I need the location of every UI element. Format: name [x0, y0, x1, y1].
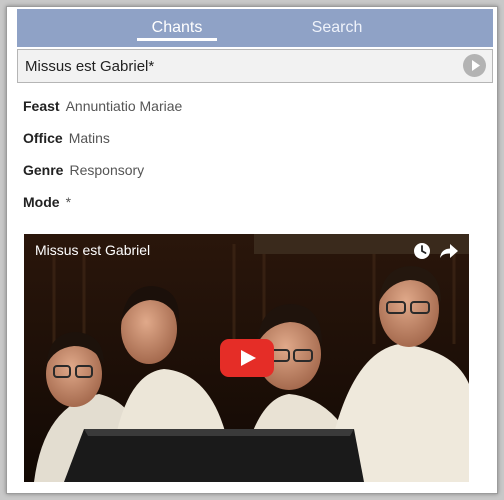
office-row: Office Matins: [23, 130, 110, 146]
mode-row: Mode *: [23, 194, 71, 210]
active-tab-indicator: [137, 38, 217, 41]
play-button[interactable]: [463, 54, 486, 77]
mode-label: Mode: [23, 194, 60, 210]
share-icon[interactable]: [439, 242, 459, 260]
feast-value: Annuntiatio Mariae: [65, 98, 183, 114]
office-label: Office: [23, 130, 63, 146]
tab-search[interactable]: Search: [287, 9, 387, 47]
chant-header: Missus est Gabriel*: [17, 49, 493, 83]
clock-icon[interactable]: [413, 242, 431, 260]
chant-title: Missus est Gabriel*: [25, 57, 155, 75]
youtube-play-icon[interactable]: [220, 339, 274, 377]
mode-value: *: [65, 194, 72, 210]
feast-label: Feast: [23, 98, 60, 114]
genre-row: Genre Responsory: [23, 162, 144, 178]
genre-label: Genre: [23, 162, 64, 178]
play-icon: [472, 60, 480, 71]
feast-row: Feast Annuntiatio Mariae: [23, 98, 182, 114]
genre-value: Responsory: [69, 162, 145, 178]
tab-bar: Chants Search: [17, 9, 493, 47]
tab-chants-label: Chants: [151, 19, 203, 36]
tab-search-label: Search: [311, 19, 363, 36]
office-value: Matins: [68, 130, 110, 146]
video-player[interactable]: Missus est Gabriel: [24, 234, 469, 482]
video-title: Missus est Gabriel: [35, 242, 151, 258]
tab-chants[interactable]: Chants: [127, 9, 227, 47]
app-frame: Chants Search Missus est Gabriel* Feast A…: [6, 6, 498, 494]
